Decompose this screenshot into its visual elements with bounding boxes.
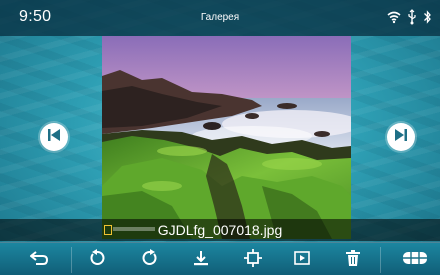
grid-icon: [402, 249, 428, 272]
usb-icon: [407, 9, 417, 25]
crop-button[interactable]: [241, 248, 265, 272]
app-title: Галерея: [200, 12, 240, 23]
watermark-text: [113, 227, 155, 231]
skip-next-icon: [393, 127, 409, 148]
download-button[interactable]: [189, 249, 213, 271]
toolbar-divider: [380, 247, 381, 273]
skip-previous-icon: [46, 127, 62, 148]
back-icon: [28, 249, 50, 272]
next-photo-button[interactable]: [387, 123, 415, 151]
file-name: GJDLfg_007018.jpg: [157, 222, 283, 238]
grid-view-button[interactable]: [401, 249, 429, 271]
photo[interactable]: [102, 36, 351, 239]
previous-photo-button[interactable]: [40, 123, 68, 151]
status-bar: 9:50 Галерея: [0, 0, 440, 36]
back-button[interactable]: [27, 249, 51, 271]
rotate-left-button[interactable]: [85, 248, 109, 272]
rotate-right-icon: [141, 248, 159, 272]
delete-button[interactable]: [341, 249, 365, 271]
rotate-left-icon: [88, 248, 106, 272]
bluetooth-icon: [423, 9, 432, 25]
filename-bar: GJDLfg_007018.jpg: [0, 219, 440, 241]
bottom-toolbar: [0, 242, 440, 275]
gallery-screen: 9:50 Галерея GJDLfg_007018.jpg: [0, 0, 440, 275]
delete-icon: [345, 249, 361, 272]
toolbar-divider: [71, 247, 72, 273]
wifi-icon: [387, 10, 401, 24]
download-icon: [192, 249, 210, 272]
crop-icon: [244, 248, 262, 272]
rotate-right-button[interactable]: [138, 248, 162, 272]
slideshow-icon: [293, 249, 311, 272]
status-icons: [387, 9, 432, 25]
slideshow-button[interactable]: [290, 249, 314, 271]
watermark-logo: [104, 225, 112, 235]
